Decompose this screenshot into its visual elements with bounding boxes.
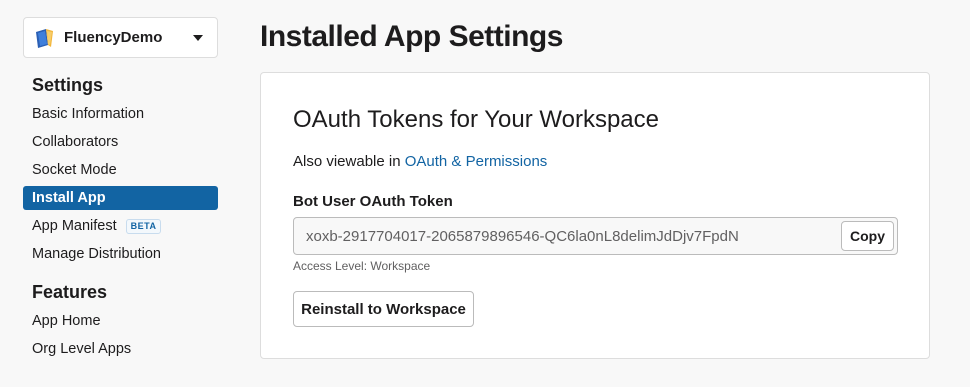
chevron-down-icon bbox=[193, 34, 203, 41]
access-level-text: Access Level: Workspace bbox=[293, 259, 431, 273]
settings-section-title: Settings bbox=[32, 75, 104, 95]
sidebar-item-label: Manage Distribution bbox=[32, 246, 161, 262]
sidebar-item-label: App Home bbox=[32, 313, 101, 329]
book-icon bbox=[34, 27, 56, 49]
sidebar-item-org-level-apps[interactable]: Org Level Apps bbox=[23, 337, 218, 361]
sidebar-item-manage-distribution[interactable]: Manage Distribution bbox=[23, 242, 218, 266]
sidebar-item-collaborators[interactable]: Collaborators bbox=[23, 130, 218, 154]
copy-button[interactable]: Copy bbox=[841, 221, 894, 251]
beta-badge: BETA bbox=[125, 218, 162, 234]
sidebar-item-label: Org Level Apps bbox=[32, 341, 132, 357]
sidebar-item-label: Basic Information bbox=[32, 106, 145, 122]
token-value[interactable]: xoxb-2917704017-2065879896546-QC6la0nL8d… bbox=[294, 228, 841, 245]
app-switcher-dropdown[interactable]: FluencyDemo bbox=[23, 17, 218, 58]
page-title: Installed App Settings bbox=[260, 20, 563, 53]
oauth-permissions-link[interactable]: OAuth & Permissions bbox=[405, 153, 548, 170]
sidebar-item-label: App Manifest bbox=[32, 218, 117, 234]
card-title: OAuth Tokens for Your Workspace bbox=[293, 106, 659, 133]
features-nav: App Home Org Level Apps bbox=[23, 309, 218, 361]
token-field: xoxb-2917704017-2065879896546-QC6la0nL8d… bbox=[293, 217, 898, 255]
also-viewable-prefix: Also viewable in bbox=[293, 153, 401, 170]
sidebar-item-socket-mode[interactable]: Socket Mode bbox=[23, 158, 218, 182]
settings-nav: Basic Information Collaborators Socket M… bbox=[23, 102, 218, 266]
app-name: FluencyDemo bbox=[64, 29, 163, 46]
sidebar: FluencyDemo Settings Basic Information C… bbox=[23, 17, 218, 365]
token-label: Bot User OAuth Token bbox=[293, 193, 453, 210]
sidebar-item-app-manifest[interactable]: App Manifest BETA bbox=[23, 214, 218, 238]
sidebar-item-install-app[interactable]: Install App bbox=[23, 186, 218, 210]
sidebar-item-label: Socket Mode bbox=[32, 162, 117, 178]
sidebar-item-label: Collaborators bbox=[32, 134, 119, 150]
also-viewable-text: Also viewable in OAuth & Permissions bbox=[293, 153, 547, 170]
sidebar-item-app-home[interactable]: App Home bbox=[23, 309, 218, 333]
oauth-tokens-card: OAuth Tokens for Your Workspace Also vie… bbox=[260, 72, 930, 359]
features-section-title: Features bbox=[32, 282, 108, 302]
sidebar-item-label: Install App bbox=[32, 190, 106, 206]
sidebar-item-basic-information[interactable]: Basic Information bbox=[23, 102, 218, 126]
reinstall-to-workspace-button[interactable]: Reinstall to Workspace bbox=[293, 291, 474, 327]
